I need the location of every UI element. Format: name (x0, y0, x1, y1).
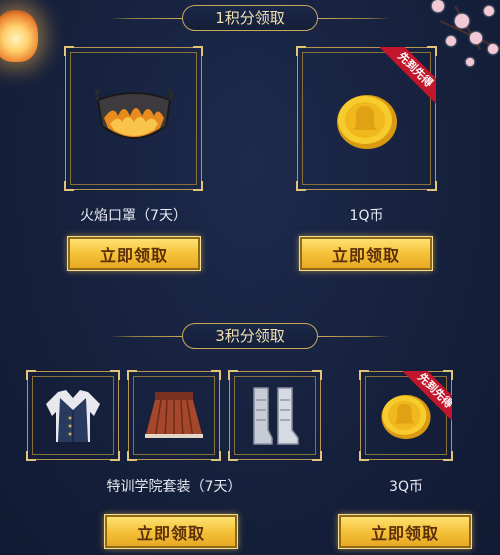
claim-button-3q-coin[interactable]: 立即领取 (338, 514, 472, 549)
flame-mask-icon (94, 88, 174, 139)
reward-name-academy-set: 特训学院套装（7天） (106, 479, 242, 495)
section2-title: 3积分领取 (182, 323, 318, 349)
skirt-icon (145, 392, 203, 439)
reward-name-1q-coin: 1Q币 (349, 208, 384, 224)
reward-card-boots (228, 370, 322, 461)
header-divider-left-2 (110, 336, 182, 337)
reward-name-flame-mask: 火焰口罩（7天） (80, 208, 187, 224)
header-divider-left (110, 18, 182, 19)
lantern-icon (0, 10, 38, 62)
first-come-badge: 先到先得 (372, 47, 436, 111)
claim-button-academy-set[interactable]: 立即领取 (104, 514, 238, 549)
claim-button-1q-coin[interactable]: 立即领取 (299, 236, 433, 271)
reward-card-3q-coin: 先到先得 (359, 370, 453, 461)
boots-icon (253, 387, 299, 445)
vest-icon (46, 390, 100, 442)
reward-card-flame-mask (64, 46, 203, 191)
reward-card-vest (26, 370, 120, 461)
reward-card-1q-coin: 先到先得 (296, 46, 437, 191)
claim-button-flame-mask[interactable]: 立即领取 (67, 236, 201, 271)
header-divider-right (318, 18, 390, 19)
section1-title: 1积分领取 (182, 5, 318, 31)
reward-card-skirt (127, 370, 221, 461)
header-divider-right-2 (318, 336, 390, 337)
first-come-badge-2: 先到先得 (398, 371, 452, 425)
reward-name-3q-coin: 3Q币 (389, 479, 423, 495)
